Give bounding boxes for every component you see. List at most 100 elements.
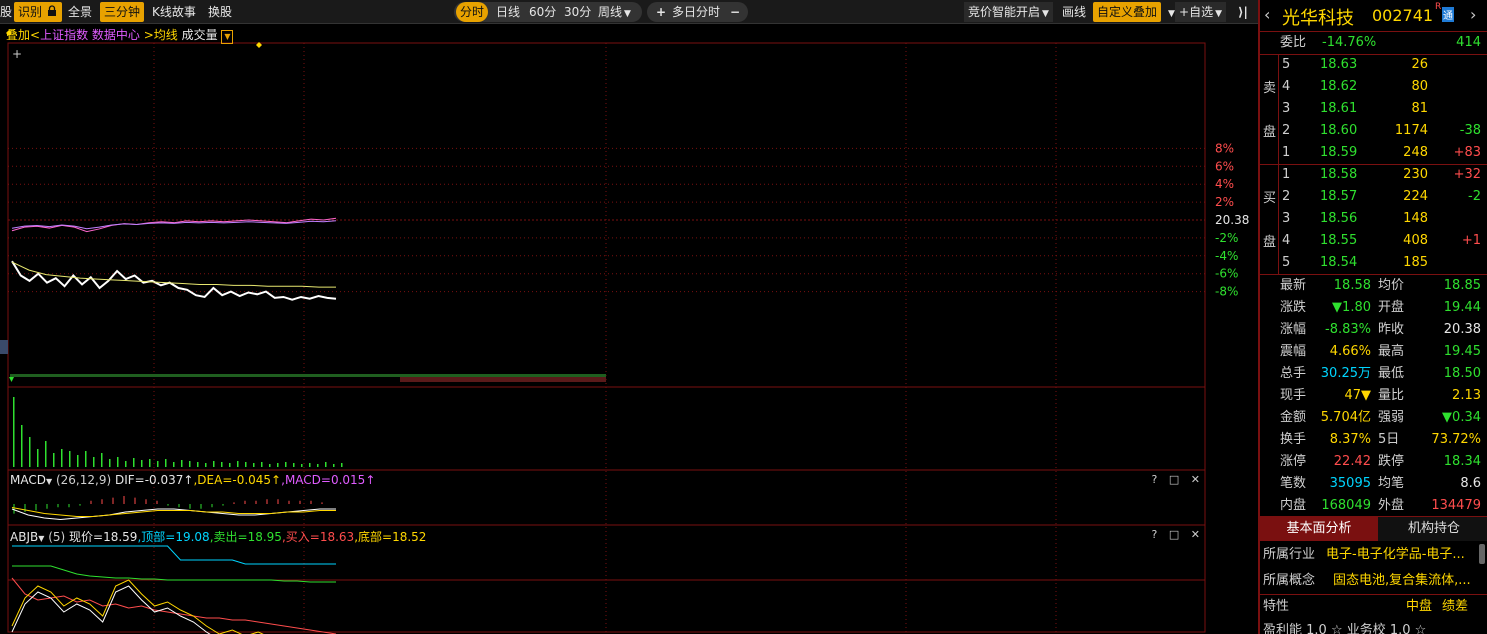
auction-smart-button[interactable]: 竞价智能开启 ▼ <box>964 2 1053 22</box>
draw-line-button[interactable]: 画线 <box>1058 2 1090 22</box>
bid-row-1[interactable]: 1 18.58 230 +32 <box>1260 164 1487 186</box>
bid-row-2[interactable]: 2 18.57 224 -2 <box>1260 186 1487 208</box>
minus-icon[interactable]: − <box>726 2 744 22</box>
bid-row-3[interactable]: 3 18.56 148 <box>1260 208 1487 230</box>
stat-value: 134479 <box>1431 498 1481 513</box>
stat-label: 涨停 <box>1280 454 1307 469</box>
next-stock-icon[interactable]: › <box>1470 5 1476 24</box>
stat-label: 最高 <box>1378 344 1405 359</box>
overlay-dropdown-icon[interactable]: ▼ <box>221 30 234 44</box>
overlay-prefix[interactable]: 叠加< <box>6 28 40 42</box>
bid-change: +32 <box>1453 167 1481 182</box>
volume-bar <box>157 461 159 467</box>
stat-value: 168049 <box>1321 498 1371 513</box>
volume-bar <box>29 437 31 467</box>
concept-row: 所属概念 固态电池,复合集流体,... <box>1260 570 1487 592</box>
bid-level: 5 <box>1282 255 1291 270</box>
volume-bar <box>173 462 175 467</box>
ask-row-3[interactable]: 3 18.61 81 <box>1260 98 1487 120</box>
ask-change: +83 <box>1453 145 1481 160</box>
stat-label: 涨跌 <box>1280 300 1307 315</box>
tab-30min[interactable]: 30分 <box>560 2 595 22</box>
ask-row-4[interactable]: 4 18.62 80 <box>1260 76 1487 98</box>
stat-label: 最低 <box>1378 366 1405 381</box>
three-minute-button[interactable]: 三分钟 <box>100 2 145 22</box>
volume-bar <box>117 457 119 467</box>
volume-bar <box>237 461 239 467</box>
buy-side-label-2: 盘 <box>1263 235 1277 250</box>
bid-volume: 185 <box>1403 255 1428 270</box>
price-axis-label: -4% <box>1215 249 1238 263</box>
volume-bar <box>229 463 231 467</box>
watchlist-button[interactable]: +自选 ▼ <box>1175 2 1226 22</box>
overlay-data-center[interactable]: 数据中心 <box>92 28 140 42</box>
macd-name[interactable]: MACD <box>10 473 46 487</box>
ask-volume: 248 <box>1403 145 1428 160</box>
tab-intraday[interactable]: 分时 <box>456 2 489 22</box>
stat-value: 47▼ <box>1344 388 1371 403</box>
tab-60min[interactable]: 60分 <box>525 2 560 22</box>
stat-label: 跌停 <box>1378 454 1405 469</box>
volume-bar <box>109 459 111 467</box>
abjb-name[interactable]: ABJB <box>10 530 38 544</box>
volume-bar <box>37 449 39 467</box>
stat-value: ▼1.80 <box>1332 300 1371 315</box>
ask-row-1[interactable]: 1 18.59 248 +83 <box>1260 142 1487 164</box>
switch-stock-button[interactable]: 换股 <box>204 2 236 22</box>
overlay-volume[interactable]: 成交量 <box>182 28 218 42</box>
bid-price: 18.54 <box>1320 255 1358 270</box>
tab-fundamentals[interactable]: 基本面分析 <box>1260 517 1378 541</box>
stat-value: 30.25万 <box>1320 366 1371 381</box>
custom-overlay-button[interactable]: 自定义叠加 <box>1093 2 1162 22</box>
ask-row-5[interactable]: 5 18.63 26 <box>1260 54 1487 76</box>
ask-level: 3 <box>1282 101 1291 116</box>
overlay-index[interactable]: 上证指数 <box>40 28 88 42</box>
price-axis-label: 8% <box>1215 141 1234 155</box>
prev-stock-icon[interactable]: ‹ <box>1264 5 1270 24</box>
tab-daily[interactable]: 日线 <box>492 2 524 22</box>
stat-label: 量比 <box>1378 388 1405 403</box>
abjb-params: (5) <box>48 530 66 544</box>
feature-label: 特性 <box>1263 599 1290 614</box>
stats-row: 涨跌 ▼1.80 开盘 19.44 <box>1260 297 1487 319</box>
identify-button[interactable]: 识别 <box>14 2 62 22</box>
bid-volume: 148 <box>1403 211 1428 226</box>
scrollbar-thumb[interactable] <box>1479 544 1485 564</box>
industry-value[interactable]: 电子-电子化学品-电子... <box>1326 544 1465 566</box>
ask-row-2[interactable]: 2 18.60 1174 -38 <box>1260 120 1487 142</box>
concept-value[interactable]: 固态电池,复合集流体,... <box>1333 570 1471 592</box>
stat-value: 19.44 <box>1443 300 1481 315</box>
panorama-button[interactable]: 全景 <box>64 2 96 22</box>
volume-bar <box>269 464 271 467</box>
volume-bar <box>317 464 319 467</box>
collapse-panel-icon[interactable]: ⟩| <box>1234 2 1252 22</box>
chevron-down-icon: ▼ <box>1042 9 1049 19</box>
bid-volume: 230 <box>1403 167 1428 182</box>
abjb-bottom: 底部=18.52 <box>358 530 427 544</box>
ask-price: 18.59 <box>1320 145 1358 160</box>
feature-row: 特性 中盘 绩差 <box>1260 596 1487 618</box>
price-axis-label: -2% <box>1215 231 1238 245</box>
volume-bar <box>197 462 199 467</box>
macd-pane-controls[interactable]: ? □ ✕ <box>1152 473 1204 486</box>
volume-bar <box>301 464 303 467</box>
stat-label: 开盘 <box>1378 300 1405 315</box>
volume-bar <box>53 453 55 467</box>
abjb-pane-controls[interactable]: ? □ ✕ <box>1152 528 1204 541</box>
kline-story-button[interactable]: K线故事 <box>148 2 200 22</box>
tab-weekly[interactable]: 周线 ▼ <box>594 2 635 22</box>
stat-value: 18.50 <box>1443 366 1481 381</box>
overlay-avg-line[interactable]: >均线 <box>144 28 178 42</box>
bid-level: 3 <box>1282 211 1291 226</box>
volume-bar <box>45 441 47 467</box>
stats-row: 笔数 35095 均笔 8.6 <box>1260 473 1487 495</box>
stat-label: 笔数 <box>1280 476 1307 491</box>
volume-bar <box>325 462 327 467</box>
weibi-value: -14.76% <box>1322 35 1377 50</box>
bid-row-5[interactable]: 5 18.54 185 <box>1260 252 1487 274</box>
bid-row-4[interactable]: 4 18.55 408 +1 <box>1260 230 1487 252</box>
tab-institutions[interactable]: 机构持仓 <box>1380 517 1487 541</box>
stats-row: 涨幅 -8.83% 昨收 20.38 <box>1260 319 1487 341</box>
volume-bar <box>181 460 183 467</box>
volume-bar <box>341 463 343 467</box>
